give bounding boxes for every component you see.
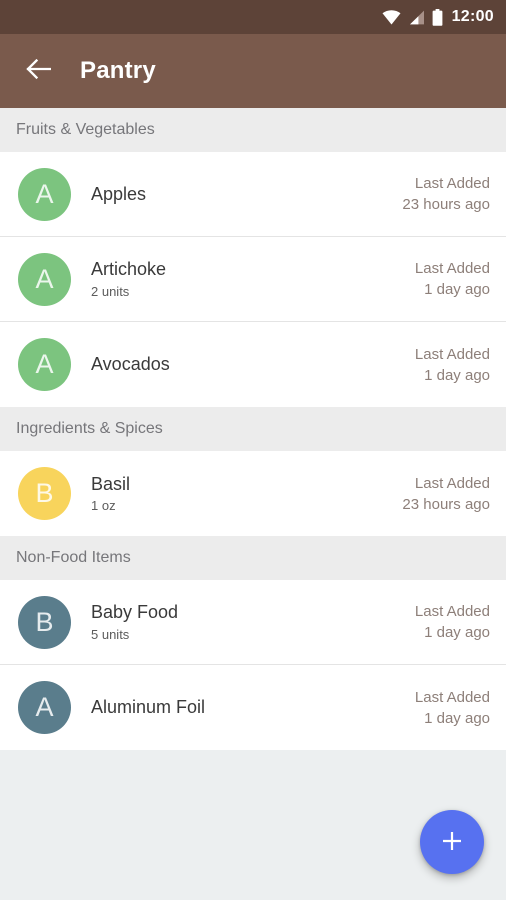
last-added-value: 23 hours ago [402, 495, 490, 513]
avatar: A [18, 681, 71, 734]
list-item-text: Aluminum Foil [91, 696, 415, 719]
list-item-title: Apples [91, 183, 147, 204]
avatar: A [18, 167, 71, 221]
last-added-value: 23 hours ago [402, 196, 490, 213]
last-added-label: Last Added [414, 688, 490, 706]
list-item-text: Baby Food 5 units [91, 601, 415, 642]
list-item[interactable]: A Avocados Last Added 1 day ago [0, 322, 506, 407]
list-item-title: Basil [91, 473, 131, 494]
pantry-screen: 12:00 Pantry Fruits & Vegetables A Apples L… [0, 0, 506, 900]
last-added-label: Last Added [414, 175, 490, 192]
list-item-text: Basil 1 oz [91, 473, 402, 514]
last-added-value: 1 day ago [424, 281, 490, 298]
avatar: B [18, 595, 71, 649]
list-item[interactable]: A Artichoke 2 units Last Added 1 day ago [0, 237, 506, 322]
list-item-title: Artichoke [91, 259, 167, 280]
last-added-label: Last Added [414, 474, 490, 492]
wifi-icon [382, 9, 401, 25]
list-item-subtitle: 2 units [91, 283, 130, 299]
list-item-meta: Last Added 1 day ago [415, 687, 490, 729]
avatar: A [18, 252, 71, 306]
last-added-value: 1 day ago [424, 366, 490, 384]
pantry-list-area: Fruits & Vegetables A Apples Last Added 23 h… [0, 108, 506, 900]
last-added-value: 1 day ago [424, 709, 490, 727]
list-item-meta: Last Added 1 day ago [415, 258, 490, 300]
list-item-title: Aluminum Foil [91, 697, 206, 718]
status-bar: 12:00 [0, 0, 506, 34]
last-added-label: Last Added [414, 603, 490, 620]
list-item-meta: Last Added 1 day ago [415, 344, 490, 386]
back-arrow-icon [25, 58, 52, 85]
last-added-label: Last Added [414, 345, 490, 363]
list-item[interactable]: A Aluminum Foil Last Added 1 day ago [0, 665, 506, 750]
list-item-subtitle: 1 oz [91, 498, 116, 514]
last-added-label: Last Added [414, 260, 490, 277]
avatar: B [18, 467, 71, 520]
list-item-meta: Last Added 23 hours ago [402, 473, 490, 515]
section-header: Non-Food Items [0, 536, 506, 580]
list-item-meta: Last Added 1 day ago [415, 601, 490, 643]
list-item-title: Avocados [91, 354, 170, 375]
battery-icon [432, 8, 443, 26]
app-bar: Pantry [0, 34, 506, 108]
section-header: Ingredients & Spices [0, 407, 506, 451]
last-added-value: 1 day ago [424, 624, 490, 641]
status-bar-clock: 12:00 [451, 8, 494, 25]
plus-icon [439, 828, 465, 857]
list-item-meta: Last Added 23 hours ago [402, 173, 490, 215]
back-button[interactable] [18, 51, 58, 91]
list-item-text: Avocados [91, 353, 415, 376]
list-item-subtitle: 5 units [91, 626, 130, 642]
list-item[interactable]: B Basil 1 oz Last Added 23 hours ago [0, 451, 506, 536]
status-bar-icons [382, 8, 443, 26]
page-title: Pantry [80, 57, 156, 84]
list-item-text: Apples [91, 183, 402, 206]
list-item-text: Artichoke 2 units [91, 258, 415, 299]
add-item-fab[interactable] [420, 810, 484, 874]
pantry-list: Fruits & Vegetables A Apples Last Added 23 h… [0, 108, 506, 750]
avatar: A [18, 338, 71, 391]
list-item-title: Baby Food [91, 602, 179, 623]
signal-icon [408, 10, 425, 25]
list-item[interactable]: A Apples Last Added 23 hours ago [0, 152, 506, 237]
section-header: Fruits & Vegetables [0, 108, 506, 152]
list-item[interactable]: B Baby Food 5 units Last Added 1 day ago [0, 580, 506, 665]
